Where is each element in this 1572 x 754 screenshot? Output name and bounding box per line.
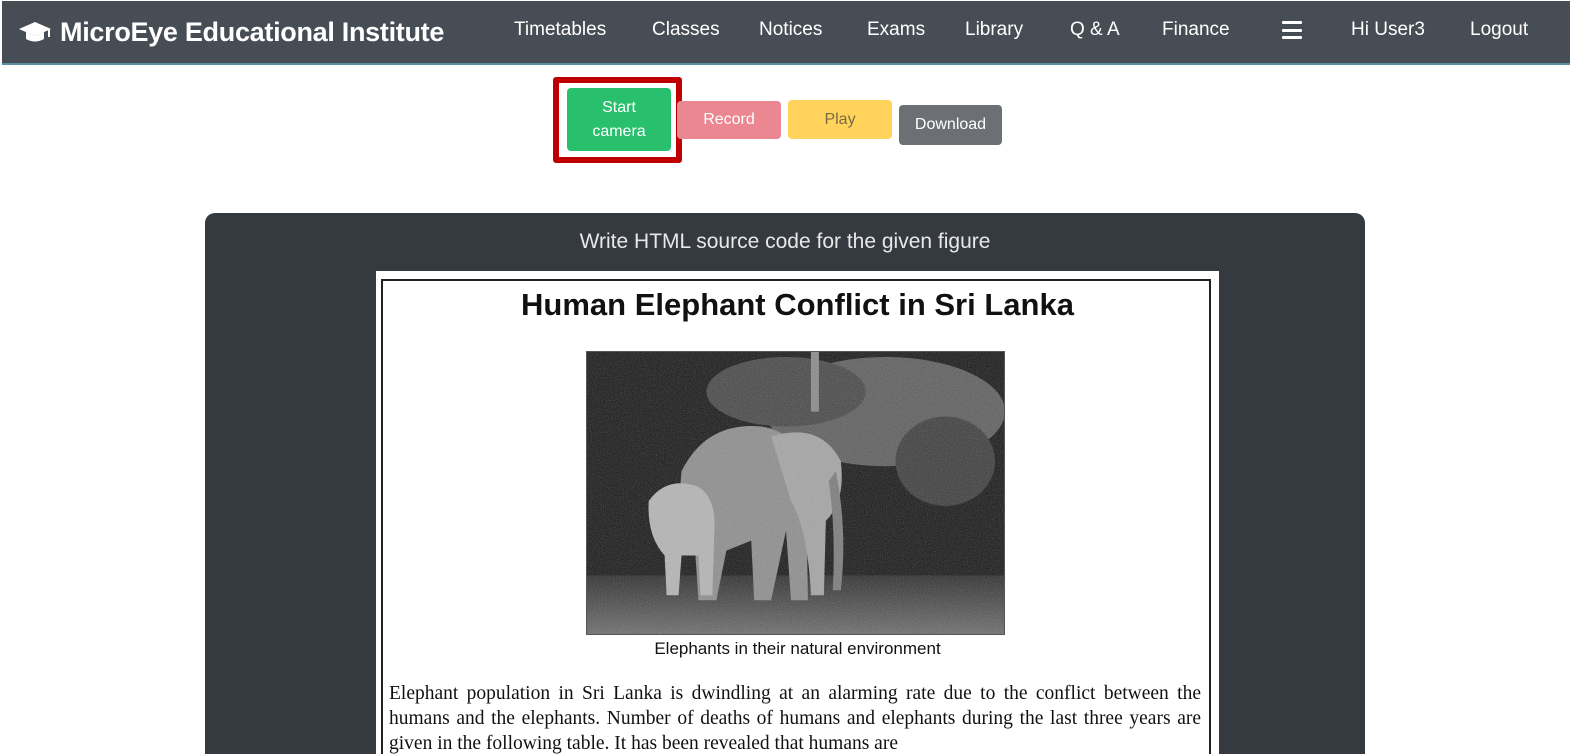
nav-finance[interactable]: Finance xyxy=(1162,19,1230,41)
start-camera-button[interactable]: Start camera xyxy=(567,88,671,151)
start-camera-label: Start camera xyxy=(592,98,646,140)
logout-link[interactable]: Logout xyxy=(1470,19,1528,41)
graduation-cap-icon xyxy=(19,22,51,42)
question-prompt: Write HTML source code for the given fig… xyxy=(579,230,991,253)
user-greeting[interactable]: Hi User3 xyxy=(1351,19,1425,41)
download-button[interactable]: Download xyxy=(899,105,1002,145)
top-navbar: MicroEye Educational Institute Timetable… xyxy=(2,1,1570,65)
figure-title: Human Elephant Conflict in Sri Lanka xyxy=(521,287,1074,322)
record-button[interactable]: Record xyxy=(677,101,781,139)
play-button[interactable]: Play xyxy=(788,100,892,139)
elephant-photo xyxy=(586,351,1005,635)
nav-qa[interactable]: Q & A xyxy=(1070,19,1120,41)
brand-name: MicroEye Educational Institute xyxy=(60,16,445,47)
nav-classes[interactable]: Classes xyxy=(652,19,720,41)
photo-caption: Elephants in their natural environment xyxy=(654,639,941,658)
nav-notices[interactable]: Notices xyxy=(759,19,822,41)
nav-timetables[interactable]: Timetables xyxy=(514,19,606,41)
nav-exams[interactable]: Exams xyxy=(867,19,925,41)
nav-library[interactable]: Library xyxy=(965,19,1023,41)
brand-link[interactable]: MicroEye Educational Institute xyxy=(18,15,444,49)
question-figure: Human Elephant Conflict in Sri Lanka Ele… xyxy=(376,271,1219,754)
menu-icon[interactable] xyxy=(1282,21,1302,39)
figure-body-text: Elephant population in Sri Lanka is dwin… xyxy=(389,683,1201,754)
